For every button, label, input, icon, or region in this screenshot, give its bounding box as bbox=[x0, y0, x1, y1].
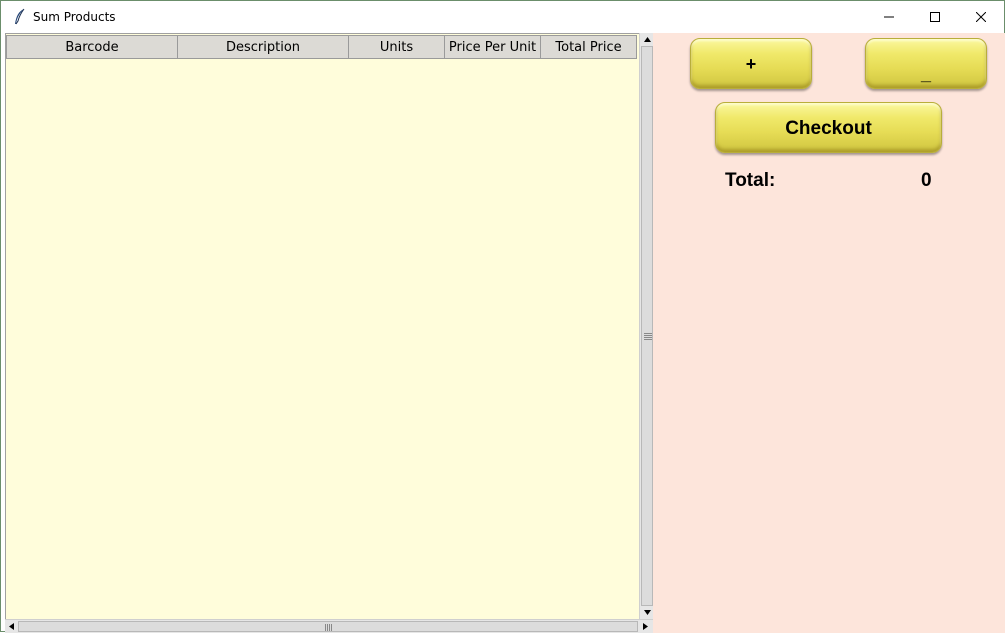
window-title: Sum Products bbox=[33, 10, 116, 24]
column-header-total-price[interactable]: Total Price bbox=[540, 35, 637, 59]
app-window: Sum Products Barcode Description Units P… bbox=[0, 0, 1005, 633]
vertical-scrollbar[interactable] bbox=[639, 33, 654, 619]
close-button[interactable] bbox=[958, 1, 1004, 32]
title-bar[interactable]: Sum Products bbox=[1, 1, 1004, 32]
scroll-up-arrow-icon[interactable] bbox=[640, 33, 654, 46]
maximize-button[interactable] bbox=[912, 1, 958, 32]
column-header-description[interactable]: Description bbox=[177, 35, 349, 59]
total-label: Total: bbox=[725, 170, 776, 191]
minimize-button[interactable] bbox=[866, 1, 912, 32]
feather-icon bbox=[12, 8, 26, 26]
vertical-scroll-thumb[interactable] bbox=[641, 46, 653, 606]
scroll-right-arrow-icon[interactable] bbox=[639, 620, 652, 633]
column-header-barcode[interactable]: Barcode bbox=[6, 35, 178, 59]
add-unit-button[interactable]: + bbox=[690, 38, 812, 89]
close-icon bbox=[976, 11, 986, 22]
products-table[interactable]: Barcode Description Units Price Per Unit… bbox=[5, 33, 640, 620]
remove-unit-button[interactable]: _ bbox=[865, 38, 987, 89]
checkout-button[interactable]: Checkout bbox=[715, 102, 942, 153]
horizontal-scrollbar[interactable] bbox=[5, 619, 653, 633]
minimize-icon bbox=[884, 12, 894, 22]
horizontal-scroll-thumb[interactable] bbox=[18, 621, 638, 632]
maximize-icon bbox=[930, 11, 940, 22]
column-header-price-per-unit[interactable]: Price Per Unit bbox=[444, 35, 541, 59]
total-value: 0 bbox=[921, 170, 932, 191]
column-header-units[interactable]: Units bbox=[348, 35, 445, 59]
table-header: Barcode Description Units Price Per Unit… bbox=[6, 35, 640, 61]
scroll-left-arrow-icon[interactable] bbox=[5, 620, 18, 633]
scroll-down-arrow-icon[interactable] bbox=[640, 606, 654, 619]
control-panel: + _ Checkout Total: 0 bbox=[653, 33, 1005, 633]
